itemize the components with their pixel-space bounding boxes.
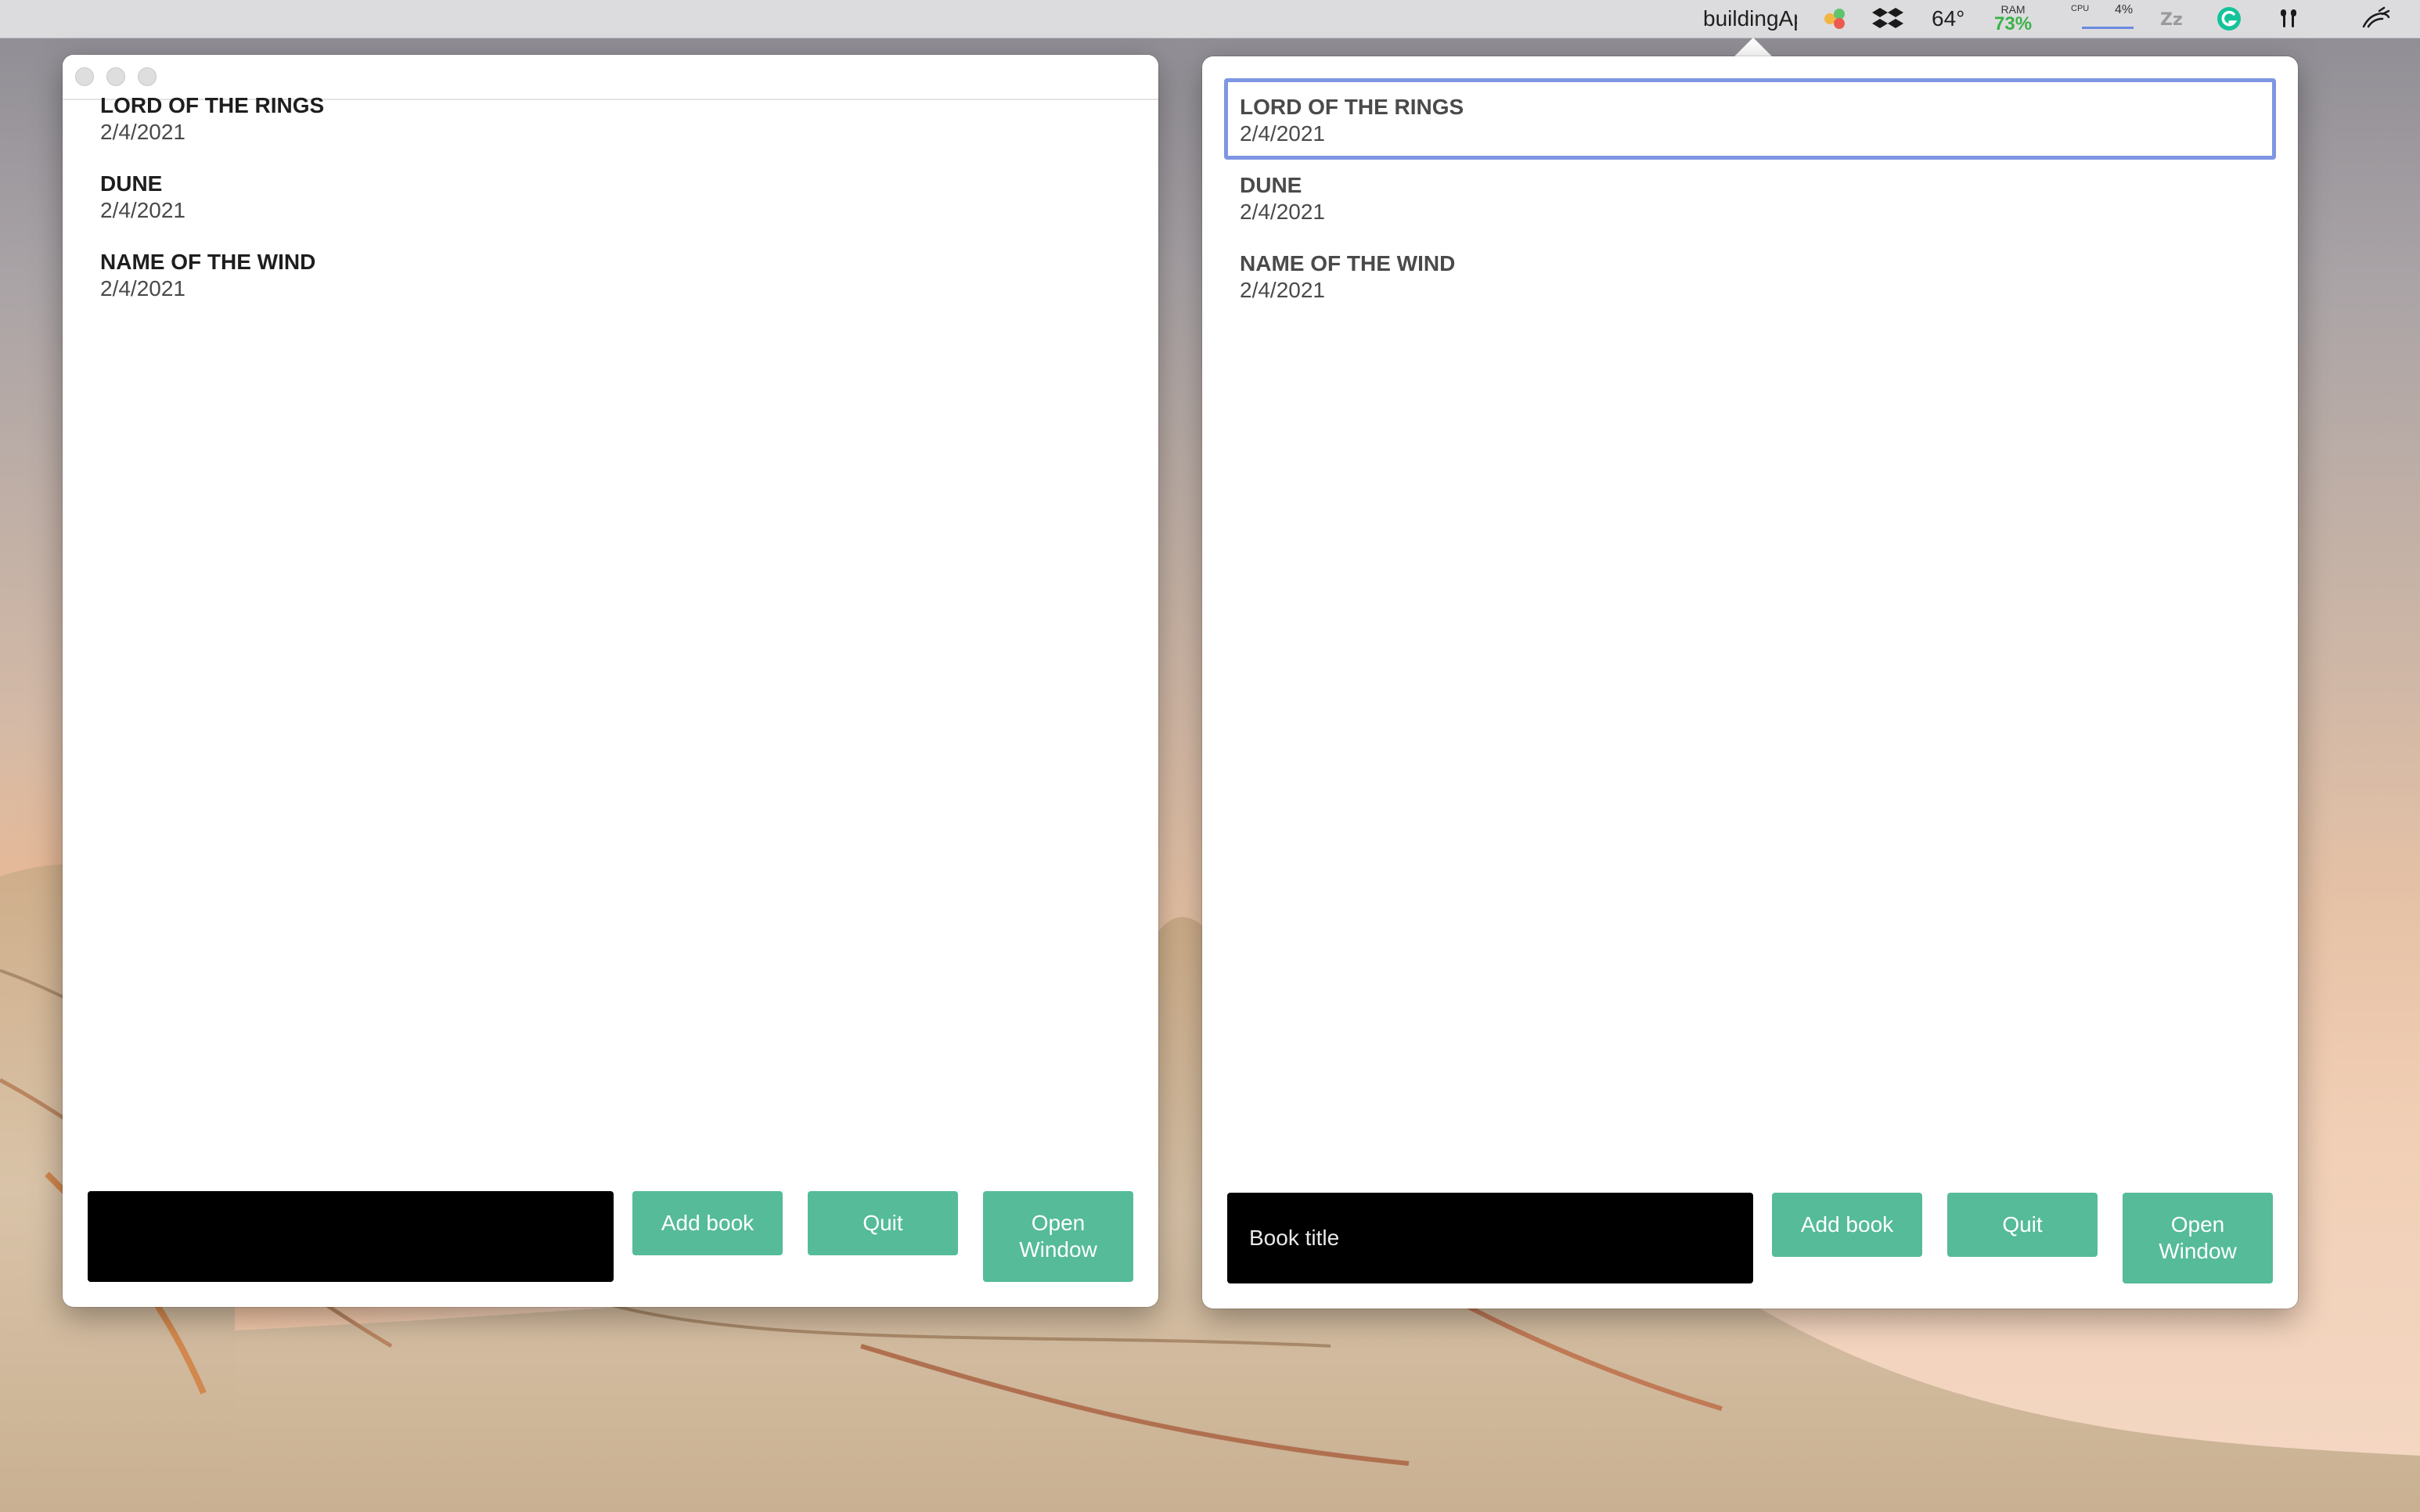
book-list-item[interactable]: LORD OF THE RINGS 2/4/2021	[100, 92, 883, 146]
book-title: DUNE	[100, 171, 163, 196]
book-title: NAME OF THE WIND	[1240, 251, 1456, 275]
book-date: 2/4/2021	[100, 276, 185, 301]
book-list-item-selected[interactable]: LORD OF THE RINGS 2/4/2021	[1240, 94, 2022, 147]
quit-button[interactable]: Quit	[808, 1191, 958, 1255]
add-book-button[interactable]: Add book	[1772, 1193, 1922, 1257]
cpu-value: 4%	[2115, 3, 2134, 16]
add-book-button[interactable]: Add book	[632, 1191, 783, 1255]
color-dots-icon[interactable]	[1820, 0, 1849, 38]
cpu-meter[interactable]: CPU 4%	[2071, 0, 2137, 38]
svg-text:Zz: Zz	[2160, 10, 2183, 30]
book-date: 2/4/2021	[1240, 278, 1325, 302]
book-date: 2/4/2021	[1240, 200, 1325, 224]
cpu-label: CPU	[2071, 4, 2090, 13]
books-popover: LORD OF THE RINGS 2/4/2021 DUNE 2/4/2021…	[1202, 56, 2298, 1309]
open-window-label-line2: Window	[2159, 1239, 2237, 1263]
open-window-button[interactable]: Open Window	[983, 1191, 1133, 1282]
book-list-item[interactable]: NAME OF THE WIND 2/4/2021	[1240, 250, 2022, 304]
book-title: LORD OF THE RINGS	[100, 93, 325, 117]
sleep-zz-icon[interactable]: Zz	[2159, 0, 2187, 38]
menu-bar: buildingAp 64° RAM 73% CPU 4% Zz	[0, 0, 2420, 38]
open-window-label-line2: Window	[1019, 1237, 1097, 1262]
close-window-button[interactable]	[75, 67, 94, 86]
ram-meter[interactable]: RAM 73%	[1994, 0, 2032, 38]
open-window-label-line1: Open	[1031, 1211, 1086, 1235]
book-title-input[interactable]	[88, 1191, 614, 1282]
books-window: LORD OF THE RINGS 2/4/2021 DUNE 2/4/2021…	[63, 55, 1158, 1307]
quit-button[interactable]: Quit	[1947, 1193, 2098, 1257]
ram-value: 73%	[1994, 13, 2033, 34]
minimize-window-button[interactable]	[106, 67, 125, 86]
book-title: NAME OF THE WIND	[100, 250, 316, 274]
open-window-label-line1: Open	[2170, 1212, 2225, 1237]
book-list-item[interactable]: DUNE 2/4/2021	[1240, 172, 2022, 225]
book-title: LORD OF THE RINGS	[1240, 95, 1464, 119]
book-date: 2/4/2021	[100, 198, 185, 222]
dropbox-icon[interactable]	[1872, 0, 1903, 38]
book-title: DUNE	[1240, 173, 1302, 197]
popover-arrow	[1734, 38, 1772, 56]
book-list-item[interactable]: DUNE 2/4/2021	[100, 171, 883, 224]
book-date: 2/4/2021	[1240, 121, 1325, 146]
open-window-button[interactable]: Open Window	[2123, 1193, 2273, 1283]
cpu-graph	[2082, 27, 2134, 29]
notification-hand-icon[interactable]	[2359, 0, 2393, 38]
zoom-window-button[interactable]	[138, 67, 157, 86]
book-date: 2/4/2021	[100, 120, 185, 144]
menubar-app-name[interactable]: buildingAp	[1703, 0, 1797, 38]
temperature-readout[interactable]: 64°	[1932, 0, 1964, 38]
airpods-icon[interactable]	[2274, 0, 2303, 38]
book-title-input[interactable]: Book title	[1227, 1193, 1753, 1283]
book-list-item[interactable]: NAME OF THE WIND 2/4/2021	[100, 249, 883, 302]
grammarly-icon[interactable]	[2215, 0, 2243, 38]
